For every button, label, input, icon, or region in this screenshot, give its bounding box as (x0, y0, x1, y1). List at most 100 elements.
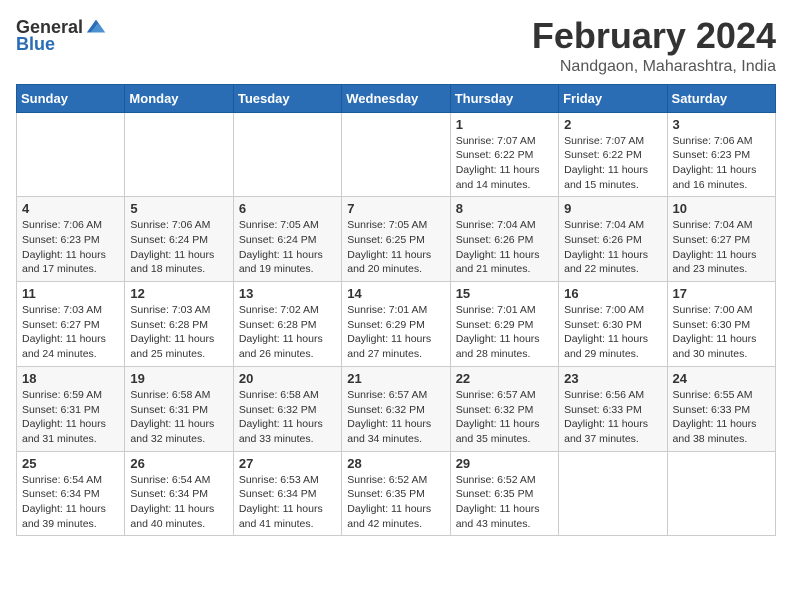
day-info: Sunrise: 7:05 AMSunset: 6:24 PMDaylight:… (239, 218, 336, 277)
calendar-cell: 2 Sunrise: 7:07 AMSunset: 6:22 PMDaylight… (559, 112, 667, 197)
day-info: Sunrise: 6:58 AMSunset: 6:32 PMDaylight:… (239, 388, 336, 447)
day-info: Sunrise: 7:04 AMSunset: 6:26 PMDaylight:… (564, 218, 661, 277)
calendar-cell: 22 Sunrise: 6:57 AMSunset: 6:32 PMDayligh… (450, 366, 558, 451)
calendar-cell: 9 Sunrise: 7:04 AMSunset: 6:26 PMDaylight… (559, 197, 667, 282)
calendar-cell (125, 112, 233, 197)
calendar-cell: 7Sunrise: 7:05 AMSunset: 6:25 PMDaylight… (342, 197, 450, 282)
header-saturday: Saturday (667, 84, 775, 112)
calendar-cell: 4 Sunrise: 7:06 AMSunset: 6:23 PMDaylight… (17, 197, 125, 282)
day-info: Sunrise: 7:00 AMSunset: 6:30 PMDaylight:… (673, 303, 770, 362)
logo-icon (85, 16, 107, 38)
day-info: Sunrise: 6:52 AMSunset: 6:35 PMDaylight:… (456, 473, 553, 532)
calendar-cell: 24Sunrise: 6:55 AMSunset: 6:33 PMDayligh… (667, 366, 775, 451)
day-info: Sunrise: 7:06 AMSunset: 6:23 PMDaylight:… (673, 134, 770, 193)
day-number: 19 (130, 371, 227, 386)
calendar-cell: 23 Sunrise: 6:56 AMSunset: 6:33 PMDayligh… (559, 366, 667, 451)
day-info: Sunrise: 6:57 AMSunset: 6:32 PMDaylight:… (347, 388, 444, 447)
day-number: 13 (239, 286, 336, 301)
day-info: Sunrise: 7:03 AMSunset: 6:28 PMDaylight:… (130, 303, 227, 362)
logo: General Blue (16, 16, 107, 55)
calendar-cell: 8 Sunrise: 7:04 AMSunset: 6:26 PMDaylight… (450, 197, 558, 282)
calendar-cell: 1 Sunrise: 7:07 AMSunset: 6:22 PMDaylight… (450, 112, 558, 197)
day-info: Sunrise: 7:06 AMSunset: 6:24 PMDaylight:… (130, 218, 227, 277)
day-info: Sunrise: 6:52 AMSunset: 6:35 PMDaylight:… (347, 473, 444, 532)
day-number: 23 (564, 371, 661, 386)
day-number: 20 (239, 371, 336, 386)
calendar: SundayMondayTuesdayWednesdayThursdayFrid… (16, 84, 776, 537)
week-row-4: 25 Sunrise: 6:54 AMSunset: 6:34 PMDayligh… (17, 451, 776, 536)
calendar-cell (667, 451, 775, 536)
week-row-3: 18 Sunrise: 6:59 AMSunset: 6:31 PMDayligh… (17, 366, 776, 451)
calendar-cell: 16 Sunrise: 7:00 AMSunset: 6:30 PMDayligh… (559, 282, 667, 367)
header-monday: Monday (125, 84, 233, 112)
day-info: Sunrise: 6:58 AMSunset: 6:31 PMDaylight:… (130, 388, 227, 447)
header-sunday: Sunday (17, 84, 125, 112)
day-info: Sunrise: 7:07 AMSunset: 6:22 PMDaylight:… (456, 134, 553, 193)
calendar-cell: 3 Sunrise: 7:06 AMSunset: 6:23 PMDaylight… (667, 112, 775, 197)
day-number: 21 (347, 371, 444, 386)
day-info: Sunrise: 7:07 AMSunset: 6:22 PMDaylight:… (564, 134, 661, 193)
day-number: 2 (564, 117, 661, 132)
day-info: Sunrise: 7:00 AMSunset: 6:30 PMDaylight:… (564, 303, 661, 362)
day-number: 22 (456, 371, 553, 386)
day-info: Sunrise: 6:57 AMSunset: 6:32 PMDaylight:… (456, 388, 553, 447)
calendar-cell: 17 Sunrise: 7:00 AMSunset: 6:30 PMDayligh… (667, 282, 775, 367)
calendar-cell: 27 Sunrise: 6:53 AMSunset: 6:34 PMDayligh… (233, 451, 341, 536)
calendar-cell: 19 Sunrise: 6:58 AMSunset: 6:31 PMDayligh… (125, 366, 233, 451)
day-number: 18 (22, 371, 119, 386)
calendar-cell: 10Sunrise: 7:04 AMSunset: 6:27 PMDayligh… (667, 197, 775, 282)
day-number: 6 (239, 201, 336, 216)
day-number: 25 (22, 456, 119, 471)
day-info: Sunrise: 6:54 AMSunset: 6:34 PMDaylight:… (130, 473, 227, 532)
day-info: Sunrise: 6:53 AMSunset: 6:34 PMDaylight:… (239, 473, 336, 532)
day-info: Sunrise: 7:06 AMSunset: 6:23 PMDaylight:… (22, 218, 119, 277)
day-number: 9 (564, 201, 661, 216)
day-number: 15 (456, 286, 553, 301)
day-number: 5 (130, 201, 227, 216)
day-info: Sunrise: 7:04 AMSunset: 6:27 PMDaylight:… (673, 218, 770, 277)
header-thursday: Thursday (450, 84, 558, 112)
calendar-cell: 21 Sunrise: 6:57 AMSunset: 6:32 PMDayligh… (342, 366, 450, 451)
day-number: 1 (456, 117, 553, 132)
title-area: February 2024 Nandgaon, Maharashtra, Ind… (532, 16, 776, 76)
month-year: February 2024 (532, 16, 776, 56)
day-number: 28 (347, 456, 444, 471)
day-number: 27 (239, 456, 336, 471)
day-number: 16 (564, 286, 661, 301)
calendar-cell (233, 112, 341, 197)
calendar-cell: 13 Sunrise: 7:02 AMSunset: 6:28 PMDayligh… (233, 282, 341, 367)
day-number: 11 (22, 286, 119, 301)
header-wednesday: Wednesday (342, 84, 450, 112)
day-info: Sunrise: 7:05 AMSunset: 6:25 PMDaylight:… (347, 218, 444, 277)
week-row-0: 1 Sunrise: 7:07 AMSunset: 6:22 PMDaylight… (17, 112, 776, 197)
calendar-cell (559, 451, 667, 536)
calendar-cell: 28 Sunrise: 6:52 AMSunset: 6:35 PMDayligh… (342, 451, 450, 536)
calendar-header-row: SundayMondayTuesdayWednesdayThursdayFrid… (17, 84, 776, 112)
logo-blue: Blue (16, 34, 55, 55)
calendar-cell: 20 Sunrise: 6:58 AMSunset: 6:32 PMDayligh… (233, 366, 341, 451)
calendar-cell: 12Sunrise: 7:03 AMSunset: 6:28 PMDayligh… (125, 282, 233, 367)
day-info: Sunrise: 7:01 AMSunset: 6:29 PMDaylight:… (456, 303, 553, 362)
calendar-cell: 11 Sunrise: 7:03 AMSunset: 6:27 PMDayligh… (17, 282, 125, 367)
header-tuesday: Tuesday (233, 84, 341, 112)
day-info: Sunrise: 6:56 AMSunset: 6:33 PMDaylight:… (564, 388, 661, 447)
calendar-cell: 14Sunrise: 7:01 AMSunset: 6:29 PMDayligh… (342, 282, 450, 367)
calendar-cell (17, 112, 125, 197)
calendar-cell: 18 Sunrise: 6:59 AMSunset: 6:31 PMDayligh… (17, 366, 125, 451)
calendar-cell: 6 Sunrise: 7:05 AMSunset: 6:24 PMDaylight… (233, 197, 341, 282)
calendar-cell: 5 Sunrise: 7:06 AMSunset: 6:24 PMDaylight… (125, 197, 233, 282)
day-info: Sunrise: 7:01 AMSunset: 6:29 PMDaylight:… (347, 303, 444, 362)
day-info: Sunrise: 6:59 AMSunset: 6:31 PMDaylight:… (22, 388, 119, 447)
week-row-1: 4 Sunrise: 7:06 AMSunset: 6:23 PMDaylight… (17, 197, 776, 282)
day-info: Sunrise: 7:04 AMSunset: 6:26 PMDaylight:… (456, 218, 553, 277)
week-row-2: 11 Sunrise: 7:03 AMSunset: 6:27 PMDayligh… (17, 282, 776, 367)
day-info: Sunrise: 7:03 AMSunset: 6:27 PMDaylight:… (22, 303, 119, 362)
day-number: 8 (456, 201, 553, 216)
day-number: 29 (456, 456, 553, 471)
day-number: 17 (673, 286, 770, 301)
day-number: 3 (673, 117, 770, 132)
day-number: 4 (22, 201, 119, 216)
calendar-cell: 29 Sunrise: 6:52 AMSunset: 6:35 PMDayligh… (450, 451, 558, 536)
day-info: Sunrise: 7:02 AMSunset: 6:28 PMDaylight:… (239, 303, 336, 362)
header: General Blue February 2024 Nandgaon, Mah… (16, 16, 776, 76)
